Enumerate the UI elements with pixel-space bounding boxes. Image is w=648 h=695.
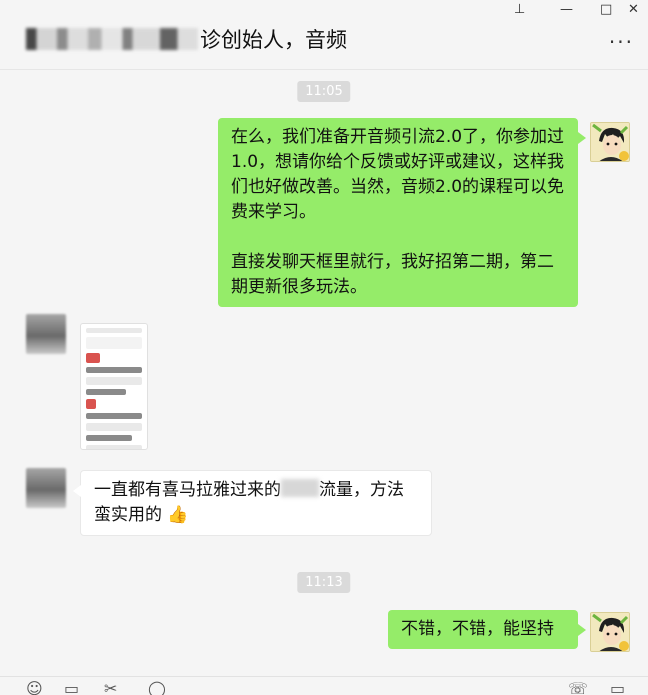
scissors-icon[interactable]: ✂ xyxy=(104,681,117,695)
thumbs-up-emoji: 👍 xyxy=(167,505,189,525)
chat-title-text: 诊创始人，音频 xyxy=(200,28,347,52)
chat-title: 诊创始人，音频 xyxy=(26,24,347,54)
folder-icon[interactable]: ▭ xyxy=(64,681,79,695)
timestamp: 11:13 xyxy=(297,572,351,593)
blurred-title-part xyxy=(26,28,198,50)
blurred-text xyxy=(281,479,319,497)
message-text: 一直都有喜马拉雅过来的 xyxy=(94,480,281,500)
close-icon[interactable]: ✕ xyxy=(628,2,639,17)
emoji-icon[interactable]: ☺ xyxy=(26,681,43,695)
video-call-icon[interactable]: ▭ xyxy=(610,681,625,695)
input-toolbar: ☺ ▭ ✂ ◯ ☏ ▭ xyxy=(0,676,648,695)
self-avatar[interactable] xyxy=(590,612,630,652)
chat-history-icon[interactable]: ◯ xyxy=(148,681,166,695)
chat-header: 诊创始人，音频 ⊥ — □ ✕ ··· xyxy=(0,0,648,70)
timestamp: 11:05 xyxy=(297,81,351,102)
maximize-icon[interactable]: □ xyxy=(600,2,612,17)
contact-avatar[interactable] xyxy=(26,314,66,354)
message-text: 在么，我们准备开音频引流2.0了，你参加过1.0，想请你给个反馈或好评或建议，这… xyxy=(231,127,565,222)
message-text: 直接发聊天框里就行，我好招第二期，第二期更新很多玩法。 xyxy=(231,252,554,297)
message-bubble-other[interactable]: 一直都有喜马拉雅过来的 流量，方法蛮实用的 👍 xyxy=(73,470,432,536)
message-bubble-self[interactable]: 在么，我们准备开音频引流2.0了，你参加过1.0，想请你给个反馈或好评或建议，这… xyxy=(218,118,586,307)
message-text: 不错，不错，能坚持 xyxy=(401,619,554,639)
contact-avatar[interactable] xyxy=(26,468,66,508)
message-bubble-self[interactable]: 不错，不错，能坚持 xyxy=(388,610,586,649)
image-message[interactable] xyxy=(80,323,148,450)
unpin-icon[interactable]: ⊥ xyxy=(514,2,525,17)
minimize-icon[interactable]: — xyxy=(560,2,573,17)
call-icon[interactable]: ☏ xyxy=(568,681,588,695)
self-avatar[interactable] xyxy=(590,122,630,162)
more-options-icon[interactable]: ··· xyxy=(609,30,634,54)
